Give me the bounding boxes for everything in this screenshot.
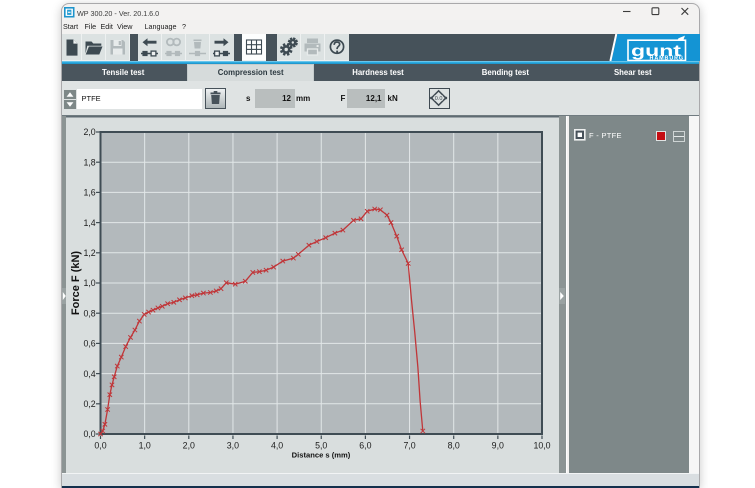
svg-text:0,2: 0,2 [83,399,95,409]
svg-text:0,6: 0,6 [83,339,95,349]
svg-text:2,0: 2,0 [183,441,195,451]
svg-text:5,0: 5,0 [315,441,327,451]
svg-text:2,0: 2,0 [83,127,95,137]
svg-text:7,0: 7,0 [403,441,415,451]
svg-text:1,0: 1,0 [83,278,95,288]
svg-text:3,0: 3,0 [227,441,239,451]
svg-text:1,6: 1,6 [83,188,95,198]
svg-text:1,0: 1,0 [139,441,151,451]
svg-text:8,0: 8,0 [448,441,460,451]
svg-text:0,0: 0,0 [94,441,106,451]
svg-text:0,4: 0,4 [83,369,95,379]
svg-text:0,0: 0,0 [83,429,95,439]
svg-text:10,0: 10,0 [533,441,550,451]
svg-text:6,0: 6,0 [359,441,371,451]
svg-text:1,2: 1,2 [83,248,95,258]
svg-text:Force F (kN): Force F (kN) [70,251,82,316]
svg-text:0,8: 0,8 [83,308,95,318]
svg-text:Distance s (mm): Distance s (mm) [292,451,351,460]
svg-text:9,0: 9,0 [492,441,504,451]
svg-text:1,4: 1,4 [83,218,95,228]
svg-text:0.0: 0.0 [435,96,443,102]
svg-text:1,8: 1,8 [83,157,95,167]
svg-text:4,0: 4,0 [271,441,283,451]
